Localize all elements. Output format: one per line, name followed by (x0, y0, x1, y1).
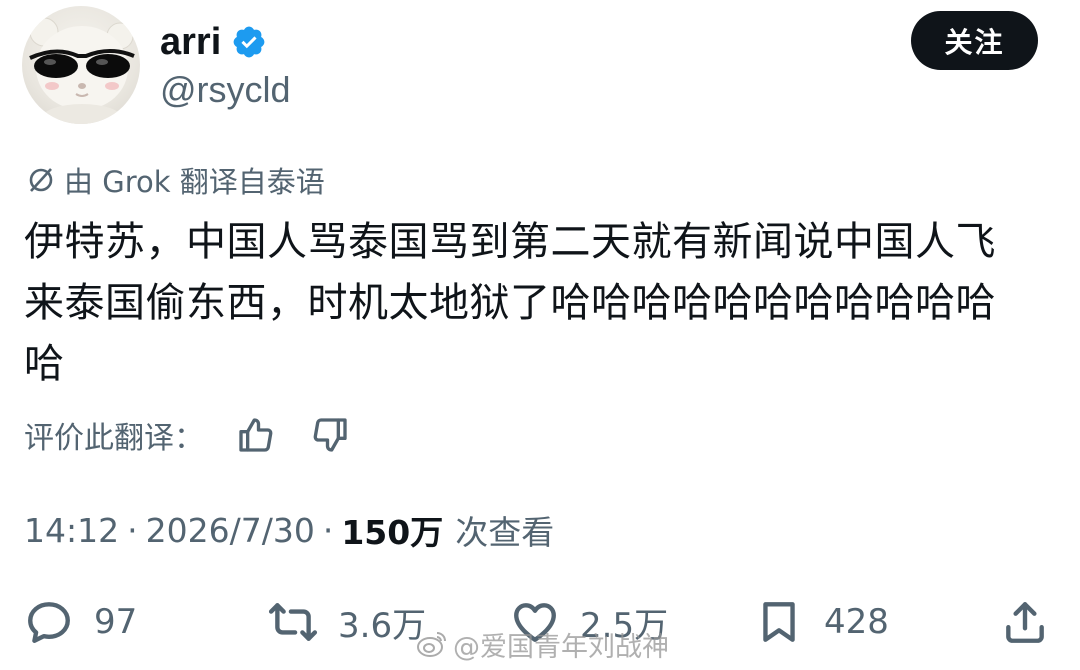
verified-badge-icon (231, 24, 267, 60)
tweet-date[interactable]: 2026/7/30 (146, 511, 315, 550)
share-icon (1000, 597, 1050, 647)
thumbs-down-icon[interactable] (310, 415, 350, 455)
share-button[interactable] (1000, 594, 1050, 650)
author-name-row[interactable]: arri (160, 16, 267, 68)
reply-icon (24, 597, 74, 647)
bookmark-icon (754, 597, 804, 647)
tweet-meta: 14:12 · 2026/7/30 · 150万 次查看 (24, 504, 554, 556)
separator: · (127, 510, 138, 550)
bookmark-button[interactable]: 428 (754, 594, 889, 650)
separator: · (322, 510, 334, 550)
tweet-time[interactable]: 14:12 (24, 511, 119, 550)
globe-icon (26, 165, 56, 195)
reply-button[interactable]: 97 (24, 594, 137, 650)
rate-translation-label: 评价此翻译： (24, 421, 204, 456)
avatar-sunglasses-icon (29, 17, 135, 124)
translation-notice-text: 由 Grok 翻译自泰语 (64, 165, 325, 199)
retweet-button[interactable]: 3.6万 (268, 594, 426, 650)
views-label: 次查看 (455, 513, 555, 552)
retweet-count: 3.6万 (338, 605, 427, 646)
display-name[interactable]: arri (160, 23, 221, 61)
avatar[interactable] (22, 6, 140, 124)
bookmark-count: 428 (824, 602, 889, 642)
like-button[interactable]: 2.5万 (510, 594, 668, 650)
translation-notice[interactable]: 由 Grok 翻译自泰语 (26, 158, 325, 202)
rate-translation: 评价此翻译： (24, 410, 384, 460)
retweet-icon (268, 597, 318, 647)
heart-icon (510, 597, 560, 647)
tweet-text: 伊特苏，中国人骂泰国骂到第二天就有新闻说中国人飞来泰国偷东西，时机太地狱了哈哈哈… (24, 219, 996, 387)
user-handle[interactable]: @rsycld (160, 72, 291, 108)
follow-button[interactable]: 关注 (911, 11, 1038, 70)
reply-count: 97 (94, 602, 138, 642)
thumbs-up-icon[interactable] (236, 415, 276, 455)
like-count: 2.5万 (580, 605, 669, 646)
views-count[interactable]: 150万 (341, 506, 443, 554)
